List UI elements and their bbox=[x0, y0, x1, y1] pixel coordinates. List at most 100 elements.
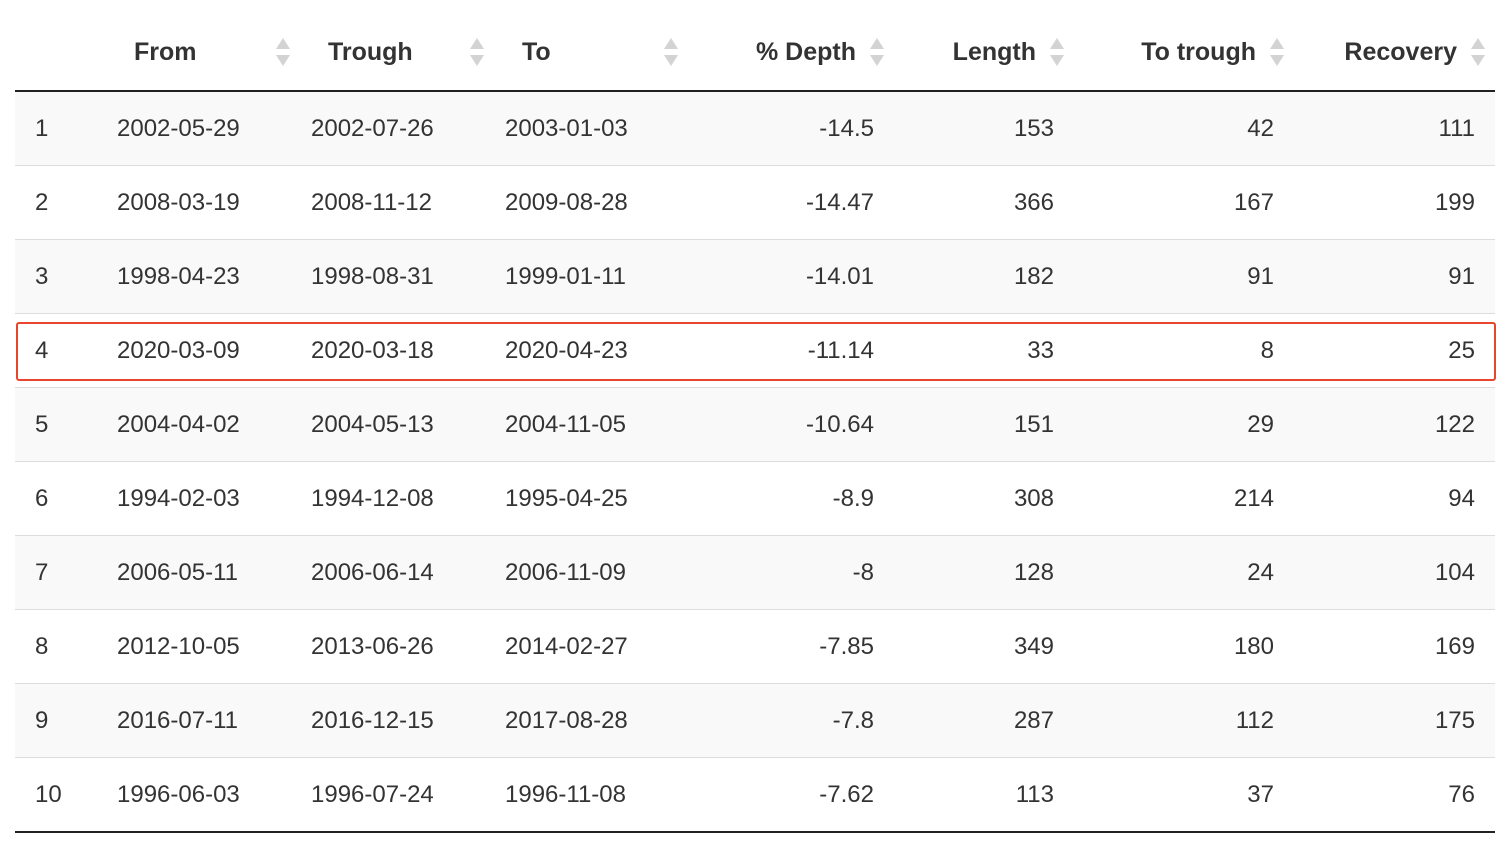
cell-depth: -14.01 bbox=[684, 239, 894, 314]
cell-depth: -7.8 bbox=[684, 683, 894, 758]
cell-index: 4 bbox=[15, 313, 102, 388]
column-header-trough[interactable]: Trough bbox=[296, 14, 490, 92]
cell-length: 153 bbox=[894, 91, 1074, 166]
table-row: 2 2008-03-19 2008-11-12 2009-08-28 -14.47 366… bbox=[15, 165, 1495, 240]
table-row: 1 2002-05-29 2002-07-26 2003-01-03 -14.5 153 4… bbox=[15, 91, 1495, 166]
cell-trough: 1994-12-08 bbox=[296, 461, 490, 536]
cell-to-trough: 112 bbox=[1074, 683, 1294, 758]
cell-from: 1996-06-03 bbox=[102, 757, 296, 833]
header-row: From Trough To % Depth Length To trough … bbox=[15, 14, 1495, 92]
cell-to: 2020-04-23 bbox=[490, 313, 684, 388]
cell-index: 3 bbox=[15, 239, 102, 314]
column-header-to[interactable]: To bbox=[490, 14, 684, 92]
cell-index: 2 bbox=[15, 165, 102, 240]
column-header-from[interactable]: From bbox=[102, 14, 296, 92]
column-header-length[interactable]: Length bbox=[894, 14, 1074, 92]
cell-from: 2012-10-05 bbox=[102, 609, 296, 684]
cell-recovery: 91 bbox=[1294, 239, 1495, 314]
cell-length: 182 bbox=[894, 239, 1074, 314]
cell-recovery: 175 bbox=[1294, 683, 1495, 758]
column-header-label: To trough bbox=[1141, 37, 1256, 66]
cell-to: 1999-01-11 bbox=[490, 239, 684, 314]
cell-from: 2008-03-19 bbox=[102, 165, 296, 240]
cell-to: 2014-02-27 bbox=[490, 609, 684, 684]
cell-from: 2002-05-29 bbox=[102, 91, 296, 166]
column-header-index bbox=[15, 14, 102, 92]
cell-length: 287 bbox=[894, 683, 1074, 758]
cell-index: 9 bbox=[15, 683, 102, 758]
cell-to-trough: 167 bbox=[1074, 165, 1294, 240]
cell-trough: 2013-06-26 bbox=[296, 609, 490, 684]
cell-trough: 1998-08-31 bbox=[296, 239, 490, 314]
cell-to-trough: 214 bbox=[1074, 461, 1294, 536]
cell-recovery: 94 bbox=[1294, 461, 1495, 536]
table-header: From Trough To % Depth Length To trough … bbox=[15, 14, 1495, 92]
cell-length: 151 bbox=[894, 387, 1074, 462]
cell-from: 2016-07-11 bbox=[102, 683, 296, 758]
cell-recovery: 76 bbox=[1294, 757, 1495, 833]
column-header-to-trough[interactable]: To trough bbox=[1074, 14, 1294, 92]
cell-depth: -7.85 bbox=[684, 609, 894, 684]
cell-recovery: 199 bbox=[1294, 165, 1495, 240]
table-row: 9 2016-07-11 2016-12-15 2017-08-28 -7.8 287 11… bbox=[15, 683, 1495, 758]
table-row: 8 2012-10-05 2013-06-26 2014-02-27 -7.85 349 1… bbox=[15, 609, 1495, 684]
column-header-recovery[interactable]: Recovery bbox=[1294, 14, 1495, 92]
cell-recovery: 25 bbox=[1294, 313, 1495, 388]
table-row: 10 1996-06-03 1996-07-24 1996-11-08 -7.62 113… bbox=[15, 757, 1495, 833]
cell-from: 2020-03-09 bbox=[102, 313, 296, 388]
sort-icon[interactable] bbox=[470, 38, 484, 66]
column-header-depth[interactable]: % Depth bbox=[684, 14, 894, 92]
cell-to: 1995-04-25 bbox=[490, 461, 684, 536]
sort-icon[interactable] bbox=[1471, 38, 1485, 66]
cell-trough: 2006-06-14 bbox=[296, 535, 490, 610]
cell-length: 128 bbox=[894, 535, 1074, 610]
cell-length: 366 bbox=[894, 165, 1074, 240]
sort-icon[interactable] bbox=[1050, 38, 1064, 66]
cell-from: 1994-02-03 bbox=[102, 461, 296, 536]
column-header-label: Recovery bbox=[1344, 37, 1457, 66]
cell-length: 113 bbox=[894, 757, 1074, 833]
cell-to-trough: 91 bbox=[1074, 239, 1294, 314]
cell-trough: 2004-05-13 bbox=[296, 387, 490, 462]
cell-recovery: 169 bbox=[1294, 609, 1495, 684]
cell-trough: 1996-07-24 bbox=[296, 757, 490, 833]
cell-length: 33 bbox=[894, 313, 1074, 388]
table-row: 5 2004-04-02 2004-05-13 2004-11-05 -10.64 151… bbox=[15, 387, 1495, 462]
table-row: 7 2006-05-11 2006-06-14 2006-11-09 -8 128 24 10… bbox=[15, 535, 1495, 610]
cell-depth: -14.5 bbox=[684, 91, 894, 166]
cell-to: 2003-01-03 bbox=[490, 91, 684, 166]
cell-recovery: 122 bbox=[1294, 387, 1495, 462]
column-header-label: % Depth bbox=[756, 37, 856, 66]
cell-from: 2004-04-02 bbox=[102, 387, 296, 462]
cell-from: 1998-04-23 bbox=[102, 239, 296, 314]
drawdown-table-container: From Trough To % Depth Length To trough … bbox=[15, 14, 1496, 833]
cell-to-trough: 8 bbox=[1074, 313, 1294, 388]
sort-icon[interactable] bbox=[870, 38, 884, 66]
table-row: 4 2020-03-09 2020-03-18 2020-04-23 -11.14 33 8… bbox=[15, 313, 1495, 388]
cell-trough: 2008-11-12 bbox=[296, 165, 490, 240]
cell-recovery: 111 bbox=[1294, 91, 1495, 166]
cell-length: 308 bbox=[894, 461, 1074, 536]
column-header-label: Trough bbox=[328, 37, 413, 66]
cell-index: 1 bbox=[15, 91, 102, 166]
sort-icon[interactable] bbox=[1270, 38, 1284, 66]
cell-index: 8 bbox=[15, 609, 102, 684]
sort-icon[interactable] bbox=[276, 38, 290, 66]
cell-index: 6 bbox=[15, 461, 102, 536]
cell-depth: -8.9 bbox=[684, 461, 894, 536]
cell-to: 2004-11-05 bbox=[490, 387, 684, 462]
cell-length: 349 bbox=[894, 609, 1074, 684]
column-header-label: To bbox=[522, 37, 551, 66]
cell-depth: -10.64 bbox=[684, 387, 894, 462]
table-row: 6 1994-02-03 1994-12-08 1995-04-25 -8.9 308 21… bbox=[15, 461, 1495, 536]
column-header-label: Length bbox=[952, 37, 1036, 66]
cell-index: 5 bbox=[15, 387, 102, 462]
cell-to: 2006-11-09 bbox=[490, 535, 684, 610]
column-header-label: From bbox=[134, 37, 197, 66]
cell-to-trough: 180 bbox=[1074, 609, 1294, 684]
sort-icon[interactable] bbox=[664, 38, 678, 66]
cell-depth: -11.14 bbox=[684, 313, 894, 388]
cell-to-trough: 37 bbox=[1074, 757, 1294, 833]
cell-to: 1996-11-08 bbox=[490, 757, 684, 833]
cell-to: 2017-08-28 bbox=[490, 683, 684, 758]
